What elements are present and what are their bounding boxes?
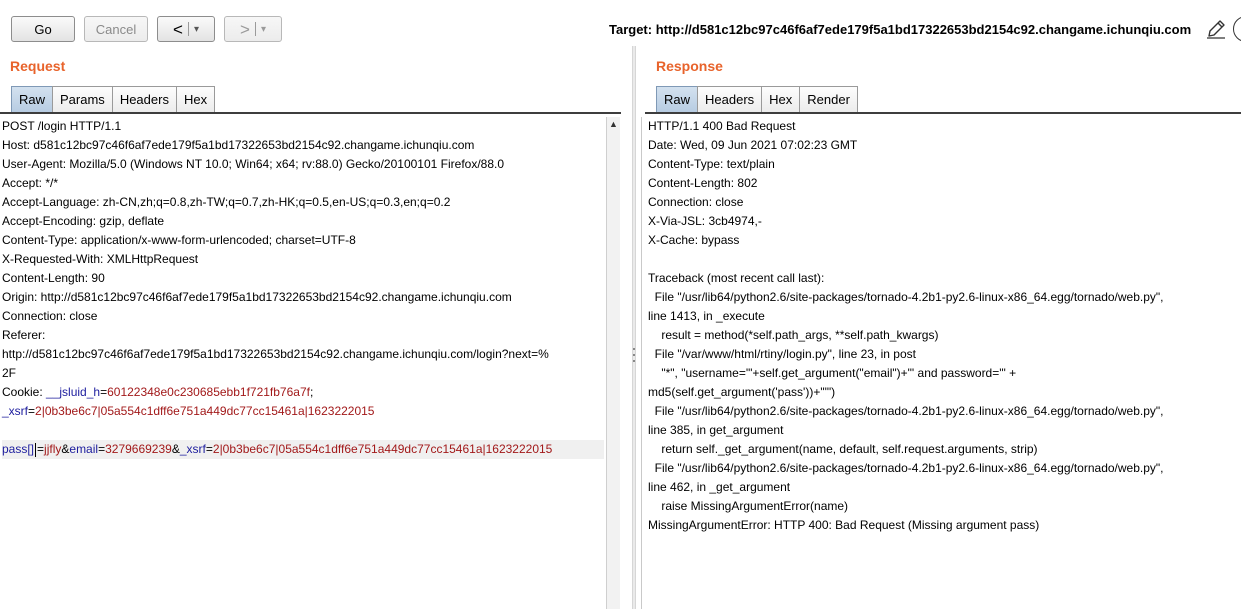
response-tabs: Raw Headers Hex Render <box>656 86 858 113</box>
pane-divider[interactable] <box>632 46 636 609</box>
request-line: Accept-Encoding: gzip, deflate <box>2 214 165 228</box>
response-line: File "/usr/lib64/python2.6/site-packages… <box>648 404 1164 418</box>
request-editor[interactable]: POST /login HTTP/1.1 Host: d581c12bc97c4… <box>2 117 604 459</box>
response-line: return self._get_argument(name, default,… <box>648 442 1038 456</box>
help-icon[interactable] <box>1233 16 1241 42</box>
body-param-key: email <box>69 442 99 456</box>
body-param-key: _xsrf <box>179 442 206 456</box>
cookie-key: _xsrf <box>2 404 29 418</box>
divider-grip-icon[interactable] <box>632 348 636 362</box>
tab-label: Raw <box>664 92 691 107</box>
request-line: Host: d581c12bc97c46f6af7ede179f5a1bd173… <box>2 138 475 152</box>
cancel-button-label: Cancel <box>95 21 137 37</box>
cookie-value: 2|0b3be6c7|05a554c1dff6e751a449dc77cc154… <box>35 404 375 418</box>
response-tab-raw[interactable]: Raw <box>656 86 699 112</box>
back-arrow-icon: < <box>173 19 183 39</box>
back-button[interactable]: < ▾ <box>157 16 215 42</box>
go-button-label: Go <box>34 21 52 37</box>
response-title: Response <box>656 58 723 74</box>
response-line: MissingArgumentError: HTTP 400: Bad Requ… <box>648 518 1040 532</box>
tab-label: Hex <box>769 92 793 107</box>
cookie-prefix: Cookie: <box>2 385 47 399</box>
cookie-value: 60122348e0c230685ebb1f721fb76a7f <box>107 385 310 399</box>
tab-label: Headers <box>119 92 169 107</box>
tab-label: Render <box>807 92 850 107</box>
response-line: X-Via-JSL: 3cb4974,- <box>648 214 762 228</box>
request-line: Connection: close <box>2 309 98 323</box>
request-tab-underline <box>0 112 621 114</box>
cookie-key: __jsluid_h <box>46 385 101 399</box>
response-line: File "/var/www/html/rtiny/login.py", lin… <box>648 347 916 361</box>
response-line: Connection: close <box>648 195 744 209</box>
response-line: md5(self.get_argument('pass'))+"'") <box>648 385 836 399</box>
response-line: X-Cache: bypass <box>648 233 740 247</box>
request-line: Content-Type: application/x-www-form-url… <box>2 233 356 247</box>
response-tab-headers[interactable]: Headers <box>697 86 763 112</box>
request-line: Accept: */* <box>2 176 59 190</box>
request-tab-headers[interactable]: Headers <box>111 86 177 112</box>
response-line: Date: Wed, 09 Jun 2021 07:02:23 GMT <box>648 138 858 152</box>
response-line <box>648 250 1238 269</box>
response-line: "*", "username='"+self.get_argument("ema… <box>648 366 1017 380</box>
request-line: http://d581c12bc97c46f6af7ede179f5a1bd17… <box>2 347 549 361</box>
cookie-line: Cookie: __jsluid_h=60122348e0c230685ebb1… <box>2 385 314 399</box>
go-button[interactable]: Go <box>11 16 75 42</box>
body-param-key: pass[] <box>2 442 35 456</box>
request-line: Content-Length: 90 <box>2 271 105 285</box>
request-line: Origin: http://d581c12bc97c46f6af7ede179… <box>2 290 512 304</box>
tab-label: Params <box>60 92 105 107</box>
request-line: Referer: <box>2 328 46 342</box>
request-tab-raw[interactable]: Raw <box>11 86 54 112</box>
body-param-value: 3279669239 <box>105 442 172 456</box>
request-scrollbar[interactable]: ▲ <box>606 117 620 609</box>
response-editor-border <box>641 117 642 609</box>
request-line: User-Agent: Mozilla/5.0 (Windows NT 10.0… <box>2 157 505 171</box>
response-tab-render[interactable]: Render <box>799 86 858 112</box>
request-line: POST /login HTTP/1.1 <box>2 119 122 133</box>
response-line: line 385, in get_argument <box>648 423 784 437</box>
request-line: X-Requested-With: XMLHttpRequest <box>2 252 199 266</box>
target-url: Target: http://d581c12bc97c46f6af7ede179… <box>609 22 1192 37</box>
forward-arrow-icon: > <box>240 19 250 39</box>
request-line: Accept-Language: zh-CN,zh;q=0.8,zh-TW;q=… <box>2 195 451 209</box>
response-tab-hex[interactable]: Hex <box>761 86 801 112</box>
back-dropdown-icon[interactable]: ▾ <box>194 24 199 35</box>
response-line: raise MissingArgumentError(name) <box>648 499 849 513</box>
request-tabs: Raw Params Headers Hex <box>11 86 216 113</box>
text-caret <box>35 442 37 457</box>
tab-label: Raw <box>19 92 46 107</box>
request-tab-hex[interactable]: Hex <box>175 86 216 112</box>
response-line: File "/usr/lib64/python2.6/site-packages… <box>648 461 1164 475</box>
response-line: result = method(*self.path_args, **self.… <box>648 328 939 342</box>
response-line: Traceback (most recent call last): <box>648 271 825 285</box>
forward-dropdown-icon[interactable]: ▾ <box>261 24 266 35</box>
response-editor[interactable]: HTTP/1.1 400 Bad Request Date: Wed, 09 J… <box>648 117 1238 535</box>
response-line: HTTP/1.1 400 Bad Request <box>648 119 796 133</box>
request-body-line: pass[] =jjfly&email=3279669239&_xsrf=2|0b… <box>2 440 604 459</box>
tab-label: Hex <box>183 92 208 107</box>
request-tab-params[interactable]: Params <box>52 86 113 112</box>
request-line: 2F <box>2 366 17 380</box>
cookie-line: _xsrf=2|0b3be6c7|05a554c1dff6e751a449dc7… <box>2 404 375 418</box>
cancel-button[interactable]: Cancel <box>84 16 148 42</box>
response-tab-underline <box>645 112 1241 114</box>
body-param-value: 2|0b3be6c7|05a554c1dff6e751a449dc77cc154… <box>212 442 553 456</box>
forward-button[interactable]: > ▾ <box>224 16 282 42</box>
response-line: Content-Type: text/plain <box>648 157 775 171</box>
tab-label: Headers <box>705 92 755 107</box>
response-line: Content-Length: 802 <box>648 176 758 190</box>
back-button-separator <box>187 22 189 36</box>
scroll-up-arrow-icon[interactable]: ▲ <box>607 119 620 129</box>
request-blank-line <box>2 421 604 440</box>
edit-target-pencil-icon[interactable] <box>1205 18 1227 40</box>
response-line: line 1413, in _execute <box>648 309 765 323</box>
response-line: File "/usr/lib64/python2.6/site-packages… <box>648 290 1164 304</box>
forward-button-separator <box>254 22 256 36</box>
body-param-value: jjfly <box>44 442 62 456</box>
request-title: Request <box>10 58 66 74</box>
response-line: line 462, in _get_argument <box>648 480 791 494</box>
